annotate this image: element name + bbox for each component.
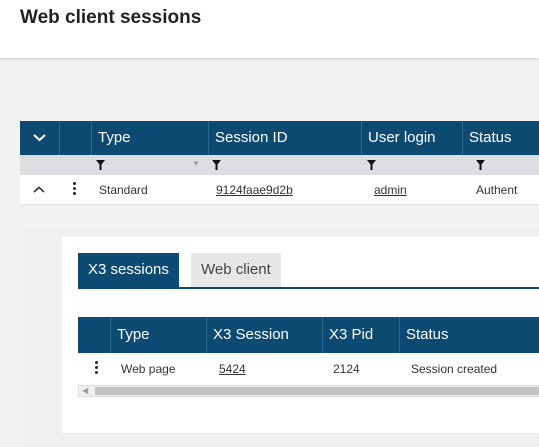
kebab-menu-icon[interactable] <box>95 361 99 376</box>
grid-filter-row: ▼ <box>20 155 539 175</box>
row-type: Web page <box>121 362 176 376</box>
grid-header-actions <box>59 121 91 155</box>
filter-icon[interactable] <box>96 160 105 170</box>
filter-icon[interactable] <box>367 160 376 170</box>
collapse-all-button[interactable] <box>20 121 59 155</box>
page-header: Web client sessions <box>0 0 539 58</box>
x3-grid-header-actions <box>78 317 110 353</box>
tab-web-client[interactable]: Web client <box>191 253 281 287</box>
kebab-menu-icon[interactable] <box>73 182 77 197</box>
column-header-status[interactable]: Status <box>462 121 539 155</box>
tab-x3-sessions[interactable]: X3 sessions <box>78 253 179 287</box>
scroll-thumb[interactable] <box>95 387 539 395</box>
x3-sessions-grid: Type X3 Session X3 Pid Status Web page 5… <box>78 317 539 397</box>
chevron-down-icon <box>33 134 46 142</box>
scroll-left-icon[interactable]: ◀ <box>82 386 88 396</box>
column-header-status[interactable]: Status <box>399 317 539 353</box>
row-status: Session created <box>411 362 498 376</box>
row-x3-pid: 2124 <box>333 362 360 376</box>
table-row[interactable]: Web page 5424 2124 Session created <box>78 353 539 385</box>
sessions-grid: Type Session ID User login Status ▼ Stan… <box>20 121 539 205</box>
row-collapse-button[interactable] <box>20 175 59 205</box>
column-header-session-id[interactable]: Session ID <box>208 121 361 155</box>
filter-icon[interactable] <box>212 160 221 170</box>
column-header-user-login[interactable]: User login <box>361 121 462 155</box>
session-id-link[interactable]: 9124faae9d2b <box>216 175 293 205</box>
x3-session-link[interactable]: 5424 <box>219 353 246 385</box>
filter-icon[interactable] <box>476 160 485 170</box>
row-status: Authent <box>476 183 518 197</box>
column-header-type[interactable]: Type <box>110 317 206 353</box>
row-detail-panel: X3 sessions Web client Type X3 Session X… <box>20 227 539 447</box>
x3-grid-header-row: Type X3 Session X3 Pid Status <box>78 317 539 353</box>
column-header-x3-session[interactable]: X3 Session <box>206 317 322 353</box>
tab-underline <box>78 287 539 289</box>
user-login-link[interactable]: admin <box>374 175 407 205</box>
grid-header-row: Type Session ID User login Status <box>20 121 539 155</box>
page-title: Web client sessions <box>20 7 202 28</box>
column-header-type[interactable]: Type <box>91 121 208 155</box>
table-row[interactable]: Standard 9124faae9d2b admin Authent <box>20 175 539 205</box>
horizontal-scrollbar[interactable]: ◀ <box>78 385 539 397</box>
sort-caret-icon[interactable]: ▼ <box>192 159 200 168</box>
detail-card: X3 sessions Web client Type X3 Session X… <box>62 237 539 433</box>
column-header-x3-pid[interactable]: X3 Pid <box>322 317 399 353</box>
chevron-up-icon <box>33 186 45 193</box>
row-type: Standard <box>99 183 148 197</box>
